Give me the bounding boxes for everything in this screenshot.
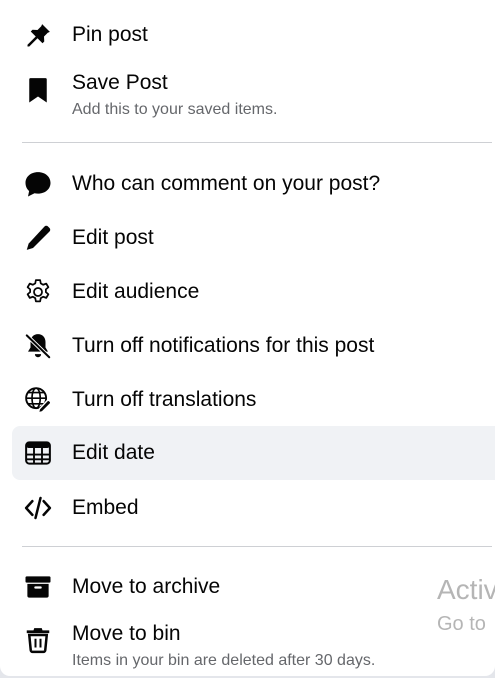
gear-icon: [22, 276, 54, 308]
save-post-item[interactable]: Save Post Add this to your saved items.: [12, 66, 495, 128]
bell-off-icon: [22, 330, 54, 362]
edit-post-item[interactable]: Edit post: [12, 211, 495, 265]
edit-post-label: Edit post: [72, 226, 154, 249]
edit-date-label: Edit date: [72, 441, 155, 464]
save-post-sublabel: Add this to your saved items.: [72, 101, 278, 118]
menu-divider: [22, 142, 492, 143]
move-to-archive-label: Move to archive: [72, 575, 221, 598]
turn-off-notifications-text: Turn off notifications for this post: [72, 333, 495, 359]
who-can-comment-label: Who can comment on your post?: [72, 172, 381, 195]
embed-item[interactable]: Embed: [12, 481, 495, 535]
globe-edit-icon: [22, 384, 54, 416]
move-to-bin-label: Move to bin: [72, 622, 181, 645]
save-post-text: Save Post Add this to your saved items.: [72, 70, 495, 121]
trash-icon: [22, 624, 54, 656]
edit-date-item[interactable]: Edit date: [12, 426, 495, 480]
embed-label: Embed: [72, 496, 139, 519]
edit-date-text: Edit date: [72, 440, 495, 466]
embed-text: Embed: [72, 495, 495, 521]
calendar-table-icon: [22, 437, 54, 469]
turn-off-translations-text: Turn off translations: [72, 387, 495, 413]
turn-off-translations-item[interactable]: Turn off translations: [12, 373, 495, 427]
bookmark-icon: [22, 74, 54, 106]
post-options-menu: Pin post Save Post Add this to your save…: [0, 0, 495, 676]
turn-off-translations-label: Turn off translations: [72, 388, 257, 411]
pin-post-text: Pin post: [72, 22, 495, 48]
menu-divider: [22, 546, 492, 547]
who-can-comment-text: Who can comment on your post?: [72, 171, 495, 197]
move-to-archive-item[interactable]: Move to archive: [12, 560, 495, 614]
edit-post-text: Edit post: [72, 225, 495, 251]
pin-icon: [22, 19, 54, 51]
save-post-label: Save Post: [72, 71, 168, 94]
edit-audience-item[interactable]: Edit audience: [12, 265, 495, 319]
move-to-bin-item[interactable]: Move to bin Items in your bin are delete…: [12, 618, 495, 676]
move-to-bin-sublabel: Items in your bin are deleted after 30 d…: [72, 652, 376, 669]
pencil-icon: [22, 222, 54, 254]
turn-off-notifications-label: Turn off notifications for this post: [72, 334, 375, 357]
code-icon: [22, 492, 54, 524]
edit-audience-text: Edit audience: [72, 279, 495, 305]
edit-audience-label: Edit audience: [72, 280, 200, 303]
pin-post-item[interactable]: Pin post: [12, 8, 495, 62]
comment-bubble-icon: [22, 168, 54, 200]
archive-box-icon: [22, 571, 54, 603]
turn-off-notifications-item[interactable]: Turn off notifications for this post: [12, 319, 495, 373]
move-to-archive-text: Move to archive: [72, 574, 495, 600]
activation-watermark-title: Activ: [437, 574, 495, 605]
who-can-comment-item[interactable]: Who can comment on your post?: [12, 157, 495, 211]
activation-watermark-subtitle: Go to: [437, 613, 486, 635]
move-to-bin-text: Move to bin Items in your bin are delete…: [72, 621, 495, 672]
pin-post-label: Pin post: [72, 23, 148, 46]
